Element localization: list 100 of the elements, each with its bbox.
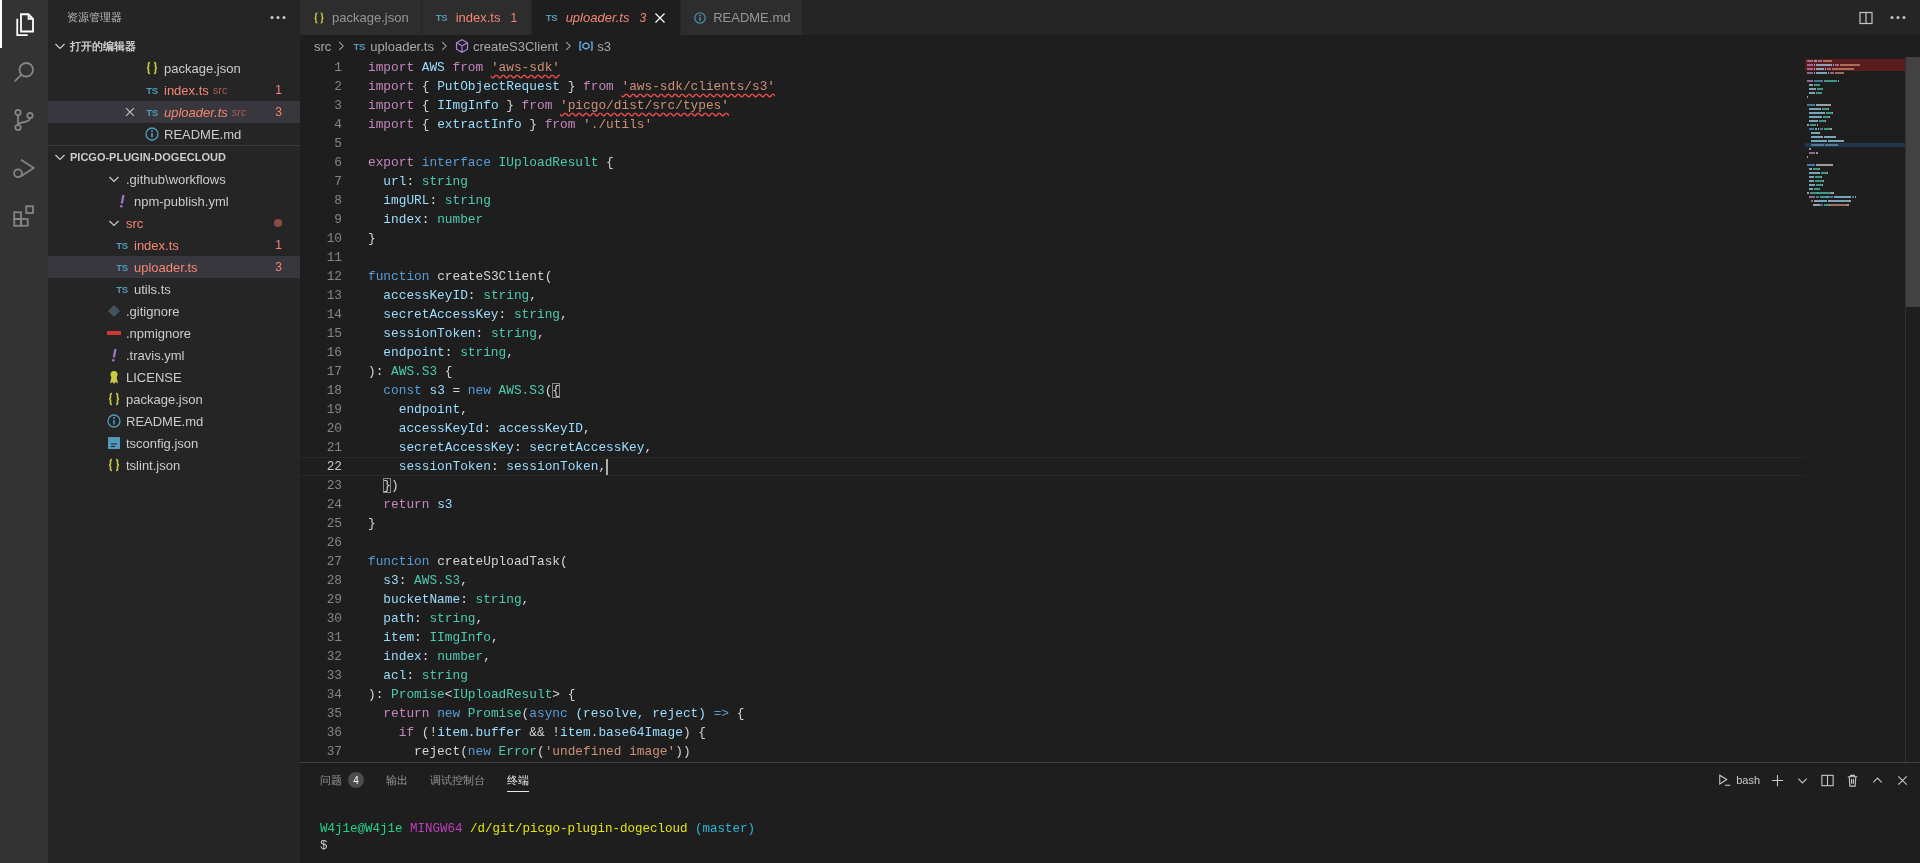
- file-item[interactable]: .gitignore: [48, 300, 300, 322]
- text-cursor: [606, 458, 609, 475]
- editor-list-item[interactable]: TS index.ts src 1: [48, 79, 300, 101]
- info-icon: [106, 413, 122, 429]
- code-line: import AWS from 'aws-sdk': [368, 60, 560, 75]
- file-name: tslint.json: [126, 457, 181, 473]
- editor-tab[interactable]: TS uploader.ts 3: [531, 0, 682, 35]
- file-name: package.json: [164, 60, 241, 76]
- file-item[interactable]: .travis.yml: [48, 344, 300, 366]
- info-icon: [144, 126, 160, 142]
- file-item[interactable]: npm-publish.yml: [48, 190, 300, 212]
- braces-icon: [312, 10, 326, 25]
- section-header[interactable]: 打开的编辑器: [48, 35, 300, 57]
- panel-tab[interactable]: 问题 4: [320, 768, 364, 792]
- line-number: 6: [333, 155, 342, 170]
- code-line: if (!item.buffer && !item.base64Image) {: [397, 725, 706, 740]
- file-name: uploader.ts: [164, 104, 228, 120]
- terminal-line: $: [320, 838, 329, 855]
- code-line: ): Promise<IUploadResult> {: [368, 687, 576, 702]
- ts-icon: TS: [114, 239, 130, 251]
- code-line: imgURL: string: [382, 193, 491, 208]
- shell-selector[interactable]: bash: [1736, 774, 1760, 786]
- folder-item[interactable]: .github\workflows: [48, 168, 300, 190]
- editor-tab[interactable]: README.md: [681, 0, 804, 35]
- line-number: 33: [325, 668, 342, 683]
- line-number: 8: [333, 193, 342, 208]
- line-number: 3: [333, 98, 342, 113]
- problem-count: 3: [275, 260, 282, 274]
- ts-icon: TS: [351, 40, 368, 52]
- breadcrumb-item[interactable]: uploader.ts: [370, 38, 434, 54]
- line-number: 37: [325, 744, 342, 759]
- file-name: index.ts: [164, 82, 209, 98]
- line-number: 4: [333, 117, 342, 132]
- file-item[interactable]: TS uploader.ts 3: [48, 256, 300, 278]
- line-number: 28: [325, 573, 342, 588]
- line-number: 18: [325, 383, 342, 398]
- file-name: tsconfig.json: [126, 435, 199, 451]
- line-number: 5: [333, 136, 342, 151]
- line-number: 34: [325, 687, 342, 702]
- code-line: index: number: [382, 212, 484, 227]
- editor-list-item[interactable]: TS uploader.ts src 3: [48, 101, 300, 123]
- branch-icon: [12, 108, 36, 132]
- braces-icon: [144, 60, 160, 76]
- file-item[interactable]: README.md: [48, 410, 300, 432]
- line-number: 27: [325, 554, 342, 569]
- line-number: 17: [325, 364, 342, 379]
- tab-label: uploader.ts: [565, 10, 630, 25]
- problem-count: 3: [275, 105, 282, 119]
- file-item[interactable]: LICENSE: [48, 366, 300, 388]
- code-line: endpoint: string,: [382, 345, 514, 360]
- line-number: 10: [325, 231, 342, 246]
- file-item[interactable]: tsconfig.json: [48, 432, 300, 454]
- section-header[interactable]: PICGO-PLUGIN-DOGECLOUD: [48, 145, 300, 168]
- line-number: 25: [325, 516, 342, 531]
- file-item[interactable]: TS index.ts 1: [48, 234, 300, 256]
- split-editor-icon: [1820, 772, 1835, 788]
- file-name: npm-publish.yml: [134, 193, 229, 209]
- line-number: 31: [325, 630, 342, 645]
- file-item[interactable]: tslint.json: [48, 454, 300, 476]
- line-number: 35: [325, 706, 342, 721]
- terminal-icon: [1718, 773, 1733, 787]
- editor-list-item[interactable]: README.md: [48, 123, 300, 145]
- file-path: src: [212, 84, 228, 96]
- section-title: PICGO-PLUGIN-DOGECLOUD: [70, 151, 226, 163]
- more-icon: [270, 16, 286, 19]
- ts-icon: TS: [433, 12, 450, 23]
- folder-item[interactable]: src: [48, 212, 300, 234]
- editor-tab[interactable]: package.json: [300, 0, 422, 35]
- breadcrumb-item[interactable]: src: [314, 38, 332, 54]
- scrollbar-thumb[interactable]: [1906, 57, 1920, 307]
- file-name: .github\workflows: [126, 171, 226, 187]
- breadcrumb-item[interactable]: s3: [597, 38, 611, 54]
- braces-icon: [106, 457, 122, 473]
- tab-label: package.json: [332, 10, 409, 25]
- ts-icon: TS: [114, 261, 130, 273]
- scrollbar[interactable]: [1905, 57, 1920, 762]
- line-number: 16: [325, 345, 342, 360]
- file-item[interactable]: TS utils.ts: [48, 278, 300, 300]
- file-path: src: [231, 106, 247, 118]
- breadcrumb-item[interactable]: createS3Client: [472, 38, 559, 54]
- line-number: 23: [325, 478, 342, 493]
- code-line: function createS3Client(: [368, 269, 553, 284]
- problem-count: 1: [275, 238, 282, 252]
- code-line: acl: string: [382, 668, 468, 683]
- code-line: const s3 = new AWS.S3({: [382, 383, 561, 398]
- line-number: 13: [325, 288, 342, 303]
- section-title: 打开的编辑器: [70, 38, 136, 54]
- line-number: 32: [325, 649, 342, 664]
- tab-label: 问题: [320, 772, 342, 788]
- code-line: secretAccessKey: secretAccessKey,: [397, 440, 653, 455]
- file-name: README.md: [164, 126, 242, 142]
- ts-icon: TS: [144, 84, 160, 96]
- file-item[interactable]: package.json: [48, 388, 300, 410]
- file-item[interactable]: .npmignore: [48, 322, 300, 344]
- line-number: 11: [325, 250, 342, 265]
- line-number: 26: [325, 535, 342, 550]
- editor-tab[interactable]: TS index.ts 1: [421, 0, 532, 35]
- editor-list-item[interactable]: package.json: [48, 57, 300, 79]
- code-line: endpoint,: [397, 402, 468, 417]
- line-number: 21: [325, 440, 342, 455]
